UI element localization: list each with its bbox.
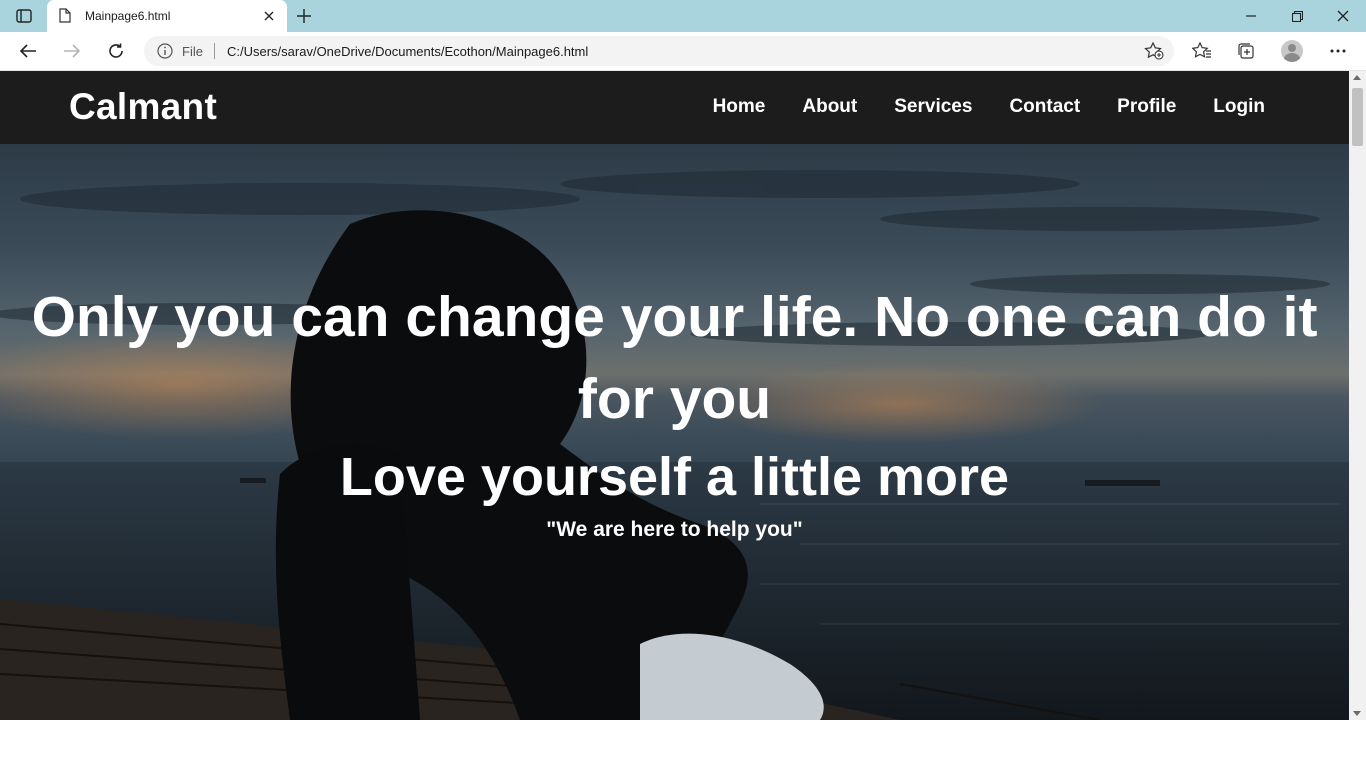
- close-icon: [1337, 10, 1349, 22]
- tab-close-button[interactable]: [261, 8, 277, 24]
- nav-menu: Home About Services Contact Profile Logi…: [713, 96, 1265, 118]
- browser-toolbar: File C:/Users/sarav/OneDrive/Documents/E…: [0, 32, 1366, 71]
- avatar-head: [1288, 44, 1296, 52]
- arrow-right-icon: [64, 44, 81, 58]
- nav-profile[interactable]: Profile: [1117, 96, 1176, 118]
- site-navbar: Calmant Home About Services Contact Prof…: [0, 71, 1349, 144]
- site-logo[interactable]: Calmant: [69, 86, 217, 128]
- url-text[interactable]: C:/Users/sarav/OneDrive/Documents/Ecotho…: [227, 44, 588, 59]
- collections-button[interactable]: [1234, 40, 1258, 62]
- collections-icon: [1238, 43, 1254, 59]
- tab-actions-icon: [16, 9, 32, 23]
- hero-quote: Only you can change your life. No one ca…: [31, 285, 1318, 431]
- minimize-button[interactable]: [1236, 6, 1266, 26]
- page-viewport: Calmant Home About Services Contact Prof…: [0, 71, 1349, 720]
- hero-subheading: Love yourself a little more: [339, 447, 1010, 507]
- tab-title: Mainpage6.html: [85, 9, 171, 23]
- minimize-icon: [1246, 15, 1256, 17]
- hero-section: Only you can change your life. No one ca…: [0, 144, 1349, 720]
- avatar-body: [1284, 53, 1300, 62]
- close-window-button[interactable]: [1328, 6, 1358, 26]
- nav-about[interactable]: About: [802, 96, 857, 118]
- hero-tagline: "We are here to help you": [546, 518, 803, 541]
- favorites-button[interactable]: [1190, 40, 1214, 62]
- close-icon: [264, 11, 274, 21]
- browser-tab[interactable]: Mainpage6.html: [47, 0, 287, 32]
- address-divider: [214, 43, 215, 59]
- restore-button[interactable]: [1282, 6, 1312, 26]
- nav-login[interactable]: Login: [1213, 96, 1265, 118]
- scroll-up-arrow-icon[interactable]: [1353, 75, 1361, 80]
- browser-tab-bar: Mainpage6.html: [0, 0, 1366, 32]
- scroll-down-arrow-icon[interactable]: [1353, 711, 1361, 716]
- more-icon: [1330, 49, 1346, 53]
- page-scrollbar[interactable]: [1349, 71, 1366, 720]
- nav-home[interactable]: Home: [713, 96, 766, 118]
- nav-contact[interactable]: Contact: [1009, 96, 1080, 118]
- scrollbar-thumb[interactable]: [1352, 88, 1363, 146]
- back-button[interactable]: [16, 40, 40, 62]
- add-favorite-icon[interactable]: [1144, 42, 1164, 60]
- tab-actions-button[interactable]: [10, 6, 38, 26]
- arrow-left-icon: [19, 44, 36, 58]
- document-icon: [59, 8, 71, 23]
- restore-icon: [1291, 10, 1303, 22]
- address-bar[interactable]: File C:/Users/sarav/OneDrive/Documents/E…: [144, 36, 1174, 66]
- nav-services[interactable]: Services: [894, 96, 972, 118]
- settings-more-button[interactable]: [1326, 40, 1350, 62]
- profile-avatar[interactable]: [1281, 40, 1303, 62]
- refresh-button[interactable]: [104, 40, 128, 62]
- plus-icon: [297, 9, 311, 23]
- file-scheme-label: File: [182, 44, 203, 59]
- refresh-icon: [109, 43, 123, 58]
- forward-button[interactable]: [60, 40, 84, 62]
- favorites-icon: [1192, 42, 1211, 58]
- new-tab-button[interactable]: [293, 6, 315, 26]
- info-icon: [157, 43, 173, 59]
